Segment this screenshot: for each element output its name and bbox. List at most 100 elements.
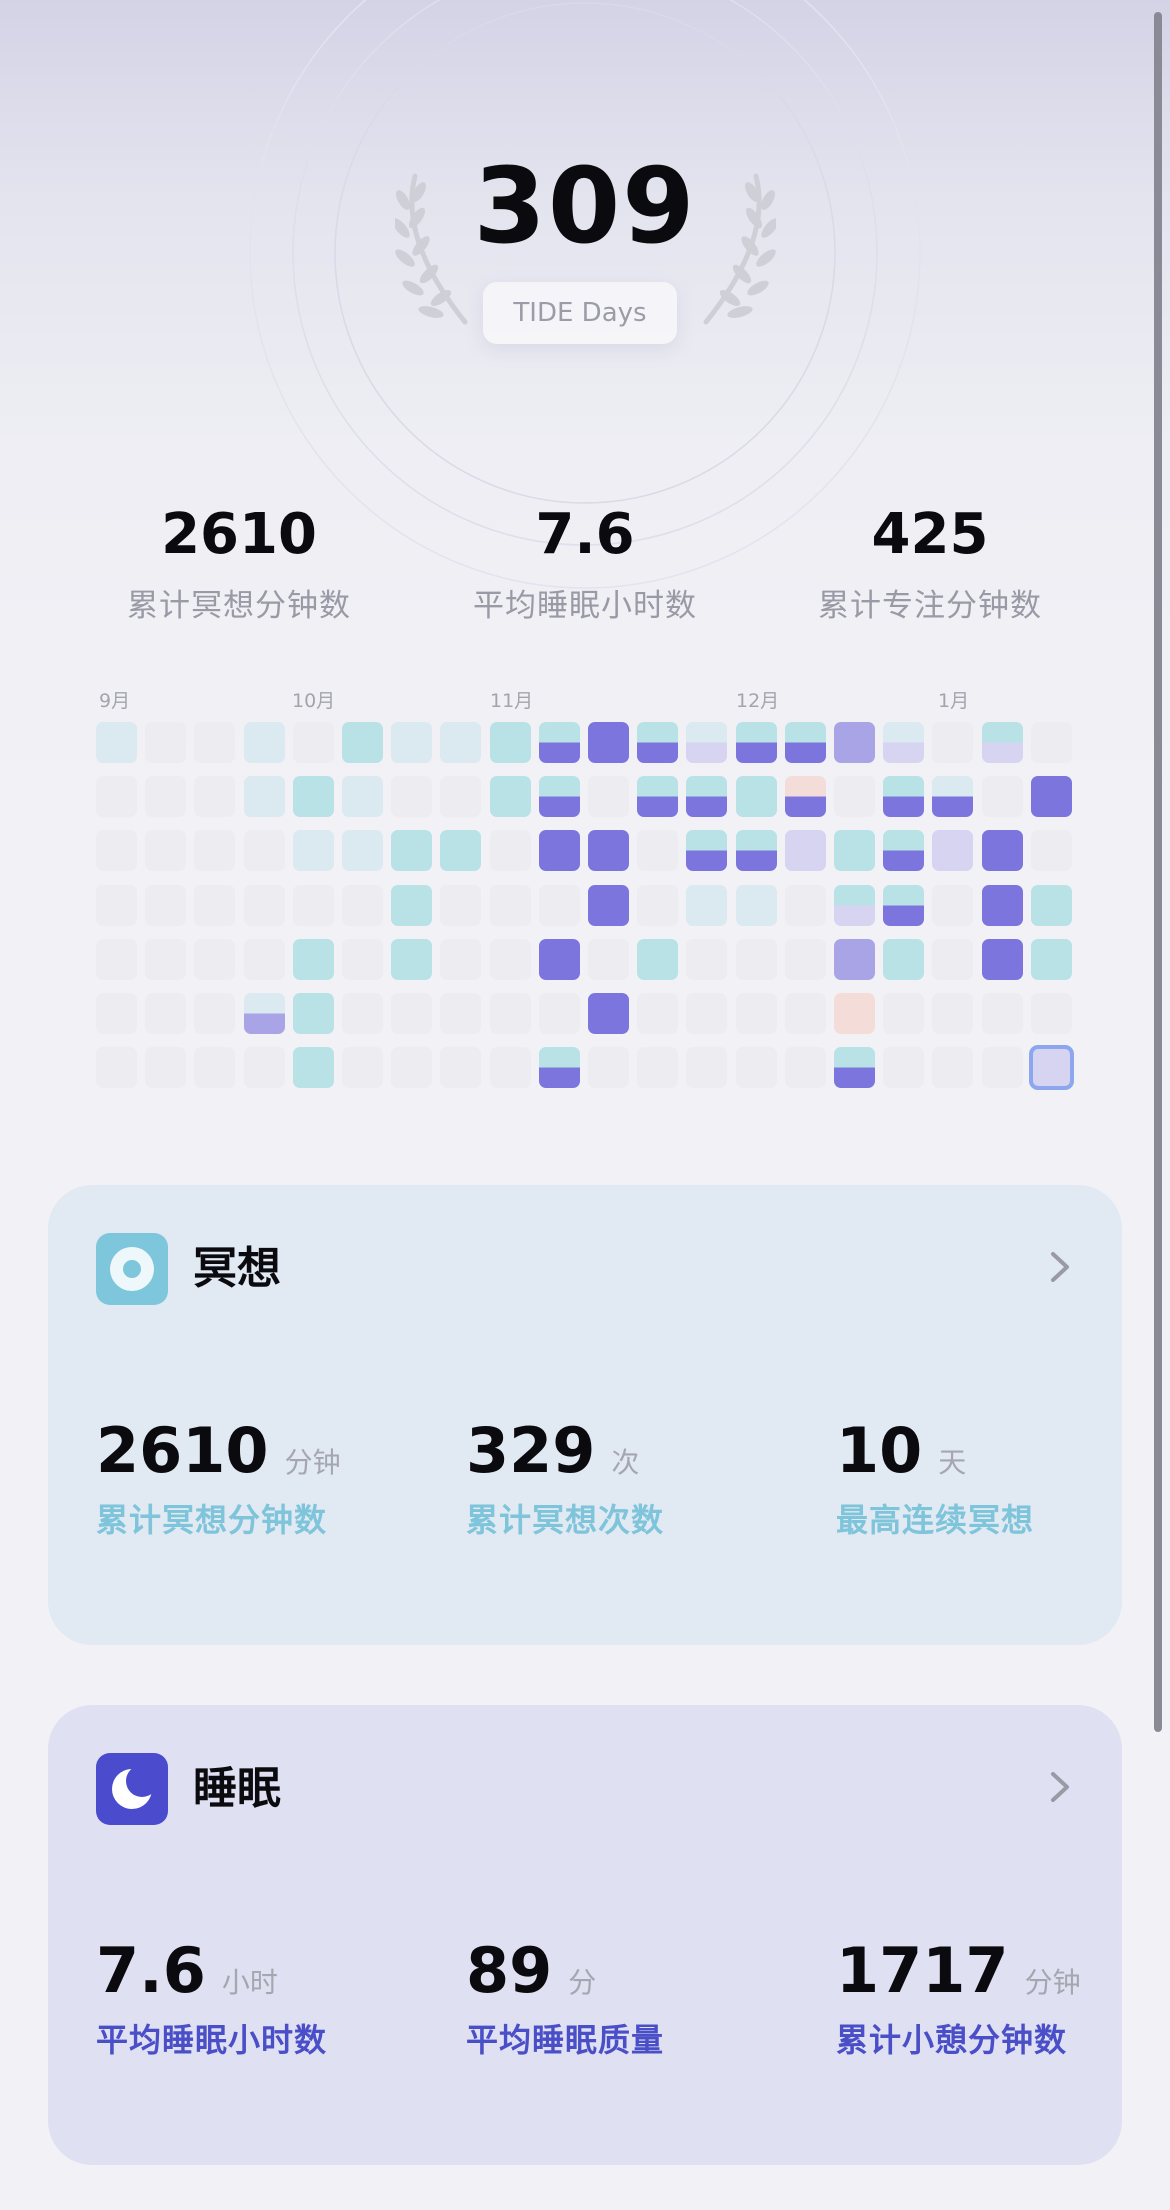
- heatmap-cell[interactable]: [292, 884, 334, 926]
- heatmap-cell[interactable]: [735, 830, 777, 872]
- heatmap-cell[interactable]: [489, 884, 531, 926]
- heatmap-cell[interactable]: [440, 993, 482, 1034]
- heatmap-cell[interactable]: [932, 776, 974, 818]
- heatmap-cell[interactable]: [784, 830, 826, 872]
- heatmap-cell[interactable]: [883, 1047, 925, 1089]
- heatmap-cell[interactable]: [145, 993, 187, 1034]
- heatmap-cell[interactable]: [834, 1047, 875, 1089]
- heatmap-cell[interactable]: [588, 993, 629, 1034]
- heatmap-cell[interactable]: [440, 776, 482, 818]
- heatmap-cell[interactable]: [194, 1047, 236, 1089]
- heatmap-cell[interactable]: [538, 830, 580, 872]
- heatmap-cell[interactable]: [784, 1047, 826, 1089]
- meditation-card[interactable]: 冥想 2610 分钟 累计冥想分钟数 329 次 累计冥想次数 10 天 最高连续冥想: [48, 1185, 1122, 1645]
- heatmap-cell[interactable]: [194, 993, 236, 1034]
- heatmap-cell[interactable]: [686, 1047, 728, 1089]
- heatmap-cell[interactable]: [784, 993, 826, 1034]
- heatmap-cell[interactable]: [784, 938, 826, 980]
- heatmap-cell[interactable]: [243, 938, 285, 980]
- heatmap-cell[interactable]: [489, 938, 531, 980]
- heatmap-cell[interactable]: [342, 830, 383, 872]
- heatmap-cell[interactable]: [1030, 830, 1072, 872]
- heatmap-cell[interactable]: [292, 993, 334, 1034]
- heatmap-cell[interactable]: [342, 993, 383, 1034]
- heatmap-cell[interactable]: [440, 830, 482, 872]
- heatmap-cell[interactable]: [637, 993, 679, 1034]
- heatmap-cell[interactable]: [391, 830, 433, 872]
- heatmap-cell[interactable]: [96, 884, 137, 926]
- heatmap-cell[interactable]: [637, 938, 679, 980]
- heatmap-cell[interactable]: [883, 884, 925, 926]
- activity-heatmap[interactable]: [0, 722, 1170, 1092]
- sleep-card[interactable]: 睡眠 7.6 小时 平均睡眠小时数 89 分 平均睡眠质量 1717 分钟 累计小憩分…: [48, 1705, 1122, 2165]
- heatmap-cell[interactable]: [834, 938, 875, 980]
- heatmap-cell[interactable]: [588, 884, 629, 926]
- heatmap-cell[interactable]: [391, 776, 433, 818]
- heatmap-cell[interactable]: [342, 776, 383, 818]
- heatmap-cell[interactable]: [784, 884, 826, 926]
- heatmap-cell[interactable]: [145, 1047, 187, 1089]
- heatmap-cell[interactable]: [834, 830, 875, 872]
- heatmap-cell[interactable]: [292, 830, 334, 872]
- heatmap-cell[interactable]: [194, 830, 236, 872]
- heatmap-cell[interactable]: [194, 938, 236, 980]
- heatmap-cell[interactable]: [883, 776, 925, 818]
- heatmap-cell[interactable]: [145, 830, 187, 872]
- heatmap-cell[interactable]: [391, 993, 433, 1034]
- heatmap-cell[interactable]: [194, 776, 236, 818]
- heatmap-cell[interactable]: [538, 722, 580, 763]
- heatmap-cell[interactable]: [883, 722, 925, 763]
- heatmap-cell[interactable]: [784, 776, 826, 818]
- heatmap-cell[interactable]: [735, 884, 777, 926]
- heatmap-cell[interactable]: [932, 993, 974, 1034]
- heatmap-cell[interactable]: [489, 776, 531, 818]
- heatmap-cell[interactable]: [440, 722, 482, 763]
- heatmap-cell[interactable]: [834, 993, 875, 1034]
- heatmap-cell[interactable]: [145, 884, 187, 926]
- heatmap-cell[interactable]: [735, 722, 777, 763]
- heatmap-cell[interactable]: [96, 776, 137, 818]
- heatmap-cell[interactable]: [145, 938, 187, 980]
- heatmap-cell[interactable]: [391, 1047, 433, 1089]
- heatmap-cell[interactable]: [588, 1047, 629, 1089]
- heatmap-cell[interactable]: [243, 1047, 285, 1089]
- heatmap-cell[interactable]: [735, 776, 777, 818]
- heatmap-cell[interactable]: [243, 776, 285, 818]
- heatmap-cell[interactable]: [538, 1047, 580, 1089]
- chevron-right-icon[interactable]: [1040, 1247, 1080, 1287]
- heatmap-cell[interactable]: [96, 1047, 137, 1089]
- heatmap-cell[interactable]: [735, 938, 777, 980]
- heatmap-cell[interactable]: [145, 776, 187, 818]
- heatmap-cell[interactable]: [686, 830, 728, 872]
- heatmap-cell[interactable]: [538, 938, 580, 980]
- heatmap-cell[interactable]: [342, 884, 383, 926]
- heatmap-cell[interactable]: [538, 884, 580, 926]
- heatmap-cell[interactable]: [1030, 938, 1072, 980]
- heatmap-cell[interactable]: [342, 722, 383, 763]
- heatmap-cell[interactable]: [1030, 884, 1072, 926]
- heatmap-cell[interactable]: [489, 830, 531, 872]
- heatmap-cell[interactable]: [588, 830, 629, 872]
- heatmap-cell[interactable]: [981, 830, 1023, 872]
- heatmap-cell[interactable]: [292, 722, 334, 763]
- heatmap-cell[interactable]: [96, 938, 137, 980]
- heatmap-cell[interactable]: [637, 722, 679, 763]
- heatmap-cell[interactable]: [981, 993, 1023, 1034]
- heatmap-cell[interactable]: [243, 884, 285, 926]
- heatmap-cell[interactable]: [342, 938, 383, 980]
- chevron-right-icon[interactable]: [1040, 1767, 1080, 1807]
- heatmap-cell[interactable]: [440, 1047, 482, 1089]
- heatmap-cell[interactable]: [292, 1047, 334, 1089]
- heatmap-cell[interactable]: [342, 1047, 383, 1089]
- heatmap-cell[interactable]: [145, 722, 187, 763]
- heatmap-cell[interactable]: [1030, 722, 1072, 763]
- heatmap-cell[interactable]: [292, 938, 334, 980]
- heatmap-cell[interactable]: [243, 993, 285, 1034]
- heatmap-cell[interactable]: [96, 830, 137, 872]
- heatmap-cell[interactable]: [391, 722, 433, 763]
- heatmap-cell[interactable]: [243, 722, 285, 763]
- heatmap-cell[interactable]: [883, 830, 925, 872]
- heatmap-cell[interactable]: [883, 938, 925, 980]
- heatmap-cell[interactable]: [1028, 1045, 1074, 1091]
- heatmap-cell[interactable]: [538, 776, 580, 818]
